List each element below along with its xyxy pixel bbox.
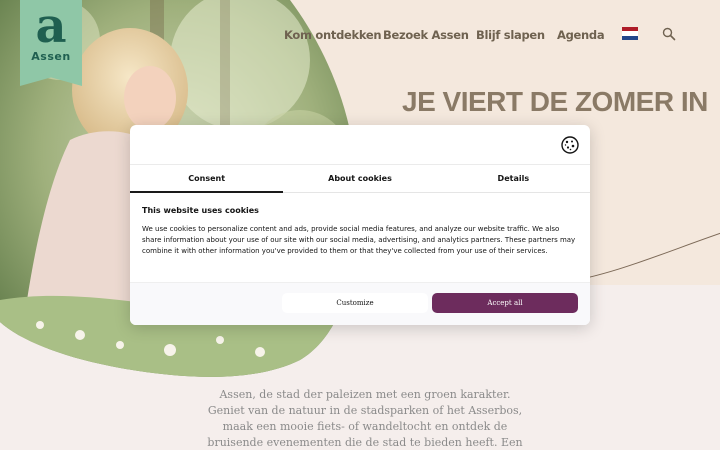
tab-details[interactable]: Details [437,165,590,192]
search-icon[interactable] [662,27,676,41]
dialog-header [130,125,590,165]
cookie-icon [561,136,579,154]
cookie-consent-dialog: Consent About cookies Details This websi… [130,125,590,325]
logo-wordmark: Assen [31,50,71,63]
intro-paragraph: Assen, de stad der paleizen met een groe… [207,388,523,449]
hero-title: JE VIERT DE ZOMER IN [402,86,708,117]
dialog-footer: Customize Accept all [130,282,590,325]
nav-item-agenda[interactable]: Agenda [557,28,605,42]
customize-button[interactable]: Customize [282,293,428,313]
dialog-tabs: Consent About cookies Details [130,165,590,193]
nav-item-kom-ontdekken[interactable]: Kom ontdekken [284,28,382,42]
dialog-body-text: We use cookies to personalize content an… [142,225,576,255]
language-flag-icon[interactable] [622,27,638,40]
accept-all-button[interactable]: Accept all [432,293,578,313]
tab-consent[interactable]: Consent [130,165,284,193]
logo-glyph: a [35,0,67,54]
nav-item-blijf-slapen[interactable]: Blijf slapen [476,28,545,42]
tab-about-cookies[interactable]: About cookies [283,165,436,192]
assen-logo[interactable]: a Assen [20,0,82,86]
dialog-heading: This website uses cookies [142,206,259,215]
nav-item-bezoek-assen[interactable]: Bezoek Assen [383,28,469,42]
